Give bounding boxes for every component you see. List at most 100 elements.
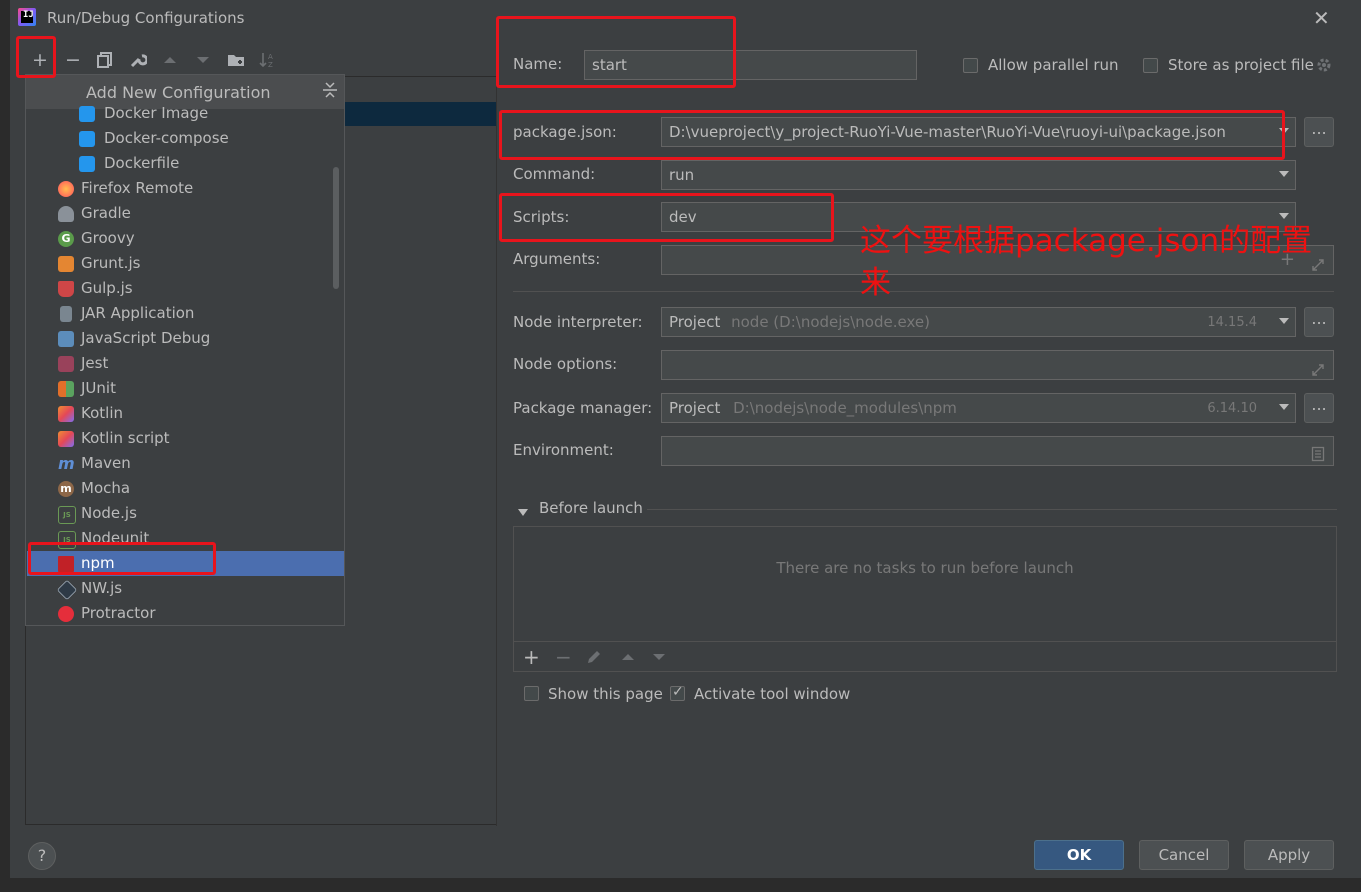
popup-item-gulp[interactable]: Gulp.js	[27, 276, 344, 301]
add-task-button[interactable]: +	[523, 645, 540, 669]
sort-icon[interactable]: AZ	[256, 48, 280, 72]
wrench-icon[interactable]	[126, 48, 150, 72]
node-options-label: Node options:	[513, 355, 618, 373]
annotation-note: 这个要根据package.json的配置来	[860, 223, 1313, 301]
browse-package-json-button[interactable]: ...	[1304, 117, 1334, 147]
move-down-icon[interactable]	[191, 48, 215, 72]
allow-parallel-label: Allow parallel run	[988, 56, 1119, 74]
popup-item-mocha[interactable]: m Mocha	[27, 476, 344, 501]
docker-icon	[79, 131, 95, 147]
popup-item-junit[interactable]: JUnit	[27, 376, 344, 401]
highlight-box-add-button	[16, 36, 56, 78]
move-up-icon[interactable]	[620, 650, 636, 668]
popup-item-nwjs[interactable]: NW.js	[27, 576, 344, 601]
command-combobox[interactable]: run	[661, 160, 1296, 190]
move-up-icon[interactable]	[158, 48, 182, 72]
highlight-box-npm	[28, 542, 216, 575]
node-interpreter-path: node (D:\nodejs\node.exe)	[731, 313, 930, 331]
chevron-down-icon[interactable]	[1279, 404, 1289, 410]
environment-label: Environment:	[513, 441, 614, 459]
svg-text:A: A	[268, 53, 273, 61]
before-launch-toolbar: + −	[513, 641, 1337, 672]
highlight-box-package-json	[499, 110, 1285, 160]
popup-item-kotlin-script[interactable]: Kotlin script	[27, 426, 344, 451]
kotlin-icon	[58, 406, 74, 422]
activate-tool-window-label: Activate tool window	[694, 685, 851, 703]
popup-item-docker-compose[interactable]: Docker-compose	[27, 126, 344, 151]
popup-item-groovy[interactable]: G Groovy	[27, 226, 344, 251]
popup-item-javascript-debug[interactable]: JavaScript Debug	[27, 326, 344, 351]
package-manager-combobox[interactable]: Project D:\nodejs\node_modules\npm 6.14.…	[661, 393, 1296, 423]
background-ide-strip	[0, 878, 1361, 892]
popup-item-kotlin[interactable]: Kotlin	[27, 401, 344, 426]
popup-item-docker-image[interactable]: Docker Image	[27, 101, 344, 126]
apply-button[interactable]: Apply	[1244, 840, 1334, 870]
remove-task-button[interactable]: −	[555, 645, 572, 669]
package-manager-label: Package manager:	[513, 399, 653, 417]
collapse-triangle-icon[interactable]	[517, 504, 529, 522]
move-down-icon[interactable]	[651, 650, 667, 668]
node-options-input[interactable]	[661, 350, 1334, 380]
popup-item-gradle[interactable]: Gradle	[27, 201, 344, 226]
allow-parallel-checkbox[interactable]	[963, 58, 978, 73]
separator	[647, 509, 1337, 510]
popup-item-nodejs[interactable]: JS Node.js	[27, 501, 344, 526]
node-interpreter-combobox[interactable]: Project node (D:\nodejs\node.exe) 14.15.…	[661, 307, 1296, 337]
jest-icon	[58, 356, 74, 372]
browse-package-manager-button[interactable]: ...	[1304, 393, 1334, 423]
popup-item-grunt[interactable]: Grunt.js	[27, 251, 344, 276]
remove-configuration-button[interactable]: −	[61, 48, 85, 72]
activate-tool-window-checkbox[interactable]	[670, 684, 685, 701]
gulp-icon	[58, 281, 74, 297]
popup-item-jar-application[interactable]: JAR Application	[27, 301, 344, 326]
show-this-page-label: Show this page	[548, 685, 663, 703]
before-launch-title[interactable]: Before launch	[539, 499, 643, 517]
command-value: run	[669, 166, 695, 184]
svg-text:Z: Z	[268, 61, 273, 69]
popup-item-dockerfile[interactable]: Dockerfile	[27, 151, 344, 176]
popup-item-protractor[interactable]: Protractor	[27, 601, 344, 625]
chevron-down-icon[interactable]	[1279, 213, 1289, 219]
window-title: Run/Debug Configurations	[47, 9, 245, 27]
popup-title: Add New Configuration	[86, 83, 271, 102]
popup-item-firefox-remote[interactable]: Firefox Remote	[27, 176, 344, 201]
cancel-button[interactable]: Cancel	[1139, 840, 1229, 870]
node-interpreter-kind: Project	[669, 313, 721, 331]
package-manager-version: 6.14.10	[1207, 401, 1257, 416]
arguments-label: Arguments:	[513, 250, 601, 268]
mocha-icon: m	[58, 481, 74, 497]
browse-node-interpreter-button[interactable]: ...	[1304, 307, 1334, 337]
firefox-icon	[58, 181, 74, 197]
chevron-down-icon[interactable]	[1279, 171, 1289, 177]
collapse-icon[interactable]	[322, 81, 338, 103]
command-label: Command:	[513, 165, 596, 183]
protractor-icon	[58, 606, 74, 622]
ok-button[interactable]: OK	[1034, 840, 1124, 870]
popup-item-jest[interactable]: Jest	[27, 351, 344, 376]
store-project-checkbox[interactable]	[1143, 58, 1158, 73]
environment-input[interactable]	[661, 436, 1334, 466]
show-this-page-checkbox[interactable]	[524, 686, 539, 701]
intellij-logo-icon: IJ	[18, 8, 36, 26]
nwjs-icon	[56, 579, 78, 601]
docker-icon	[79, 106, 95, 122]
nodejs-icon: JS	[58, 506, 76, 524]
chevron-down-icon[interactable]	[1279, 318, 1289, 324]
gear-icon[interactable]	[1315, 56, 1333, 78]
store-project-label: Store as project file	[1168, 56, 1314, 74]
before-launch-empty-text: There are no tasks to run before launch	[776, 559, 1074, 577]
help-button[interactable]: ?	[28, 842, 56, 870]
close-icon[interactable]: ✕	[1313, 6, 1330, 30]
edit-pencil-icon[interactable]	[586, 649, 602, 669]
new-folder-icon[interactable]	[224, 48, 248, 72]
popup-item-maven[interactable]: m Maven	[27, 451, 344, 476]
copy-icon[interactable]	[93, 48, 117, 72]
splitter[interactable]	[496, 36, 497, 826]
expand-icon[interactable]	[1311, 358, 1325, 386]
package-manager-kind: Project	[669, 399, 721, 417]
groovy-icon: G	[58, 231, 74, 247]
kotlin-icon	[58, 431, 74, 447]
docker-icon	[79, 156, 95, 172]
document-icon[interactable]	[1311, 443, 1325, 471]
package-manager-path: D:\nodejs\node_modules\npm	[733, 399, 957, 417]
